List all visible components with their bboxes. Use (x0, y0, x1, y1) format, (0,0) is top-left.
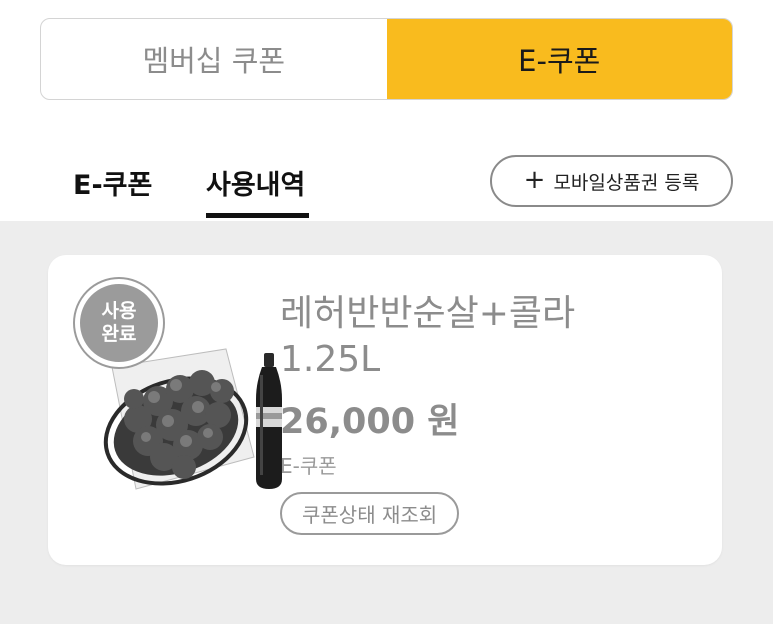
ecoupon-tab[interactable]: E-쿠폰 (386, 19, 732, 99)
product-price: 26,000 원 (280, 402, 460, 442)
badge-line-2: 완료 (101, 323, 137, 345)
coupon-type-toggle: 멤버십 쿠폰 E-쿠폰 (40, 18, 733, 100)
active-tab-indicator (206, 213, 309, 218)
used-status-badge: 사용 완료 (75, 279, 163, 367)
tab-ecoupon[interactable]: E-쿠폰 (73, 163, 152, 202)
product-title: 레허반반순살+콜라 1.25L (280, 291, 700, 383)
product-title-line-2: 1.25L (280, 339, 381, 380)
plus-icon: + (523, 165, 546, 195)
coupon-info: 레허반반순살+콜라 1.25L 26,000 원 E-쿠폰 쿠폰상태 재조회 (280, 291, 700, 535)
register-mobile-voucher-button[interactable]: + 모바일상품권 등록 (490, 155, 733, 207)
membership-coupon-tab[interactable]: 멤버십 쿠폰 (41, 19, 387, 99)
coupon-type-label: E-쿠폰 (280, 454, 337, 478)
sub-tab-bar: E-쿠폰 사용내역 + 모바일상품권 등록 (0, 155, 773, 221)
tab-usage-history[interactable]: 사용내역 (206, 163, 305, 202)
recheck-coupon-status-button[interactable]: 쿠폰상태 재조회 (280, 492, 460, 535)
coupon-card[interactable]: 사용 완료 레허반반순살+콜라 1.25L 26,000 원 E-쿠폰 쿠폰상태… (48, 255, 722, 565)
product-title-line-1: 레허반반순살+콜라 (280, 293, 576, 334)
badge-line-1: 사용 (101, 300, 137, 322)
coupon-list-area: 사용 완료 레허반반순살+콜라 1.25L 26,000 원 E-쿠폰 쿠폰상태… (0, 221, 773, 624)
register-button-label: 모바일상품권 등록 (553, 171, 700, 194)
